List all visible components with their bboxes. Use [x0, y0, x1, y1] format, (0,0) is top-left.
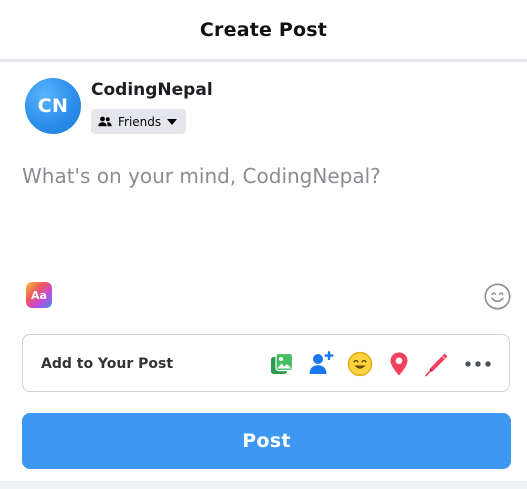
post-text-input[interactable]: What's on your mind, CodingNepal?	[22, 164, 502, 188]
feeling-icon[interactable]	[347, 351, 373, 377]
tag-people-icon[interactable]	[308, 351, 334, 377]
friends-icon	[98, 116, 112, 127]
more-icon[interactable]	[463, 351, 491, 377]
caret-down-icon	[167, 118, 178, 125]
privacy-label: Friends	[118, 114, 162, 129]
user-name: CodingNepal	[91, 80, 213, 100]
dialog-title: Create Post	[199, 19, 328, 41]
add-to-post-bar: Add to Your Post	[22, 334, 510, 392]
post-button[interactable]: Post	[22, 413, 511, 469]
add-to-post-label: Add to Your Post	[41, 356, 174, 372]
check-in-icon[interactable]	[386, 351, 412, 377]
text-style-icon[interactable]: Aa	[26, 282, 52, 308]
privacy-selector[interactable]: Friends	[91, 109, 187, 134]
avatar: CN	[25, 78, 81, 134]
draw-icon[interactable]	[424, 351, 450, 377]
header-divider	[0, 59, 527, 62]
photo-video-icon[interactable]	[269, 351, 295, 377]
bottom-edge	[0, 481, 527, 489]
smiley-icon[interactable]	[484, 283, 511, 310]
